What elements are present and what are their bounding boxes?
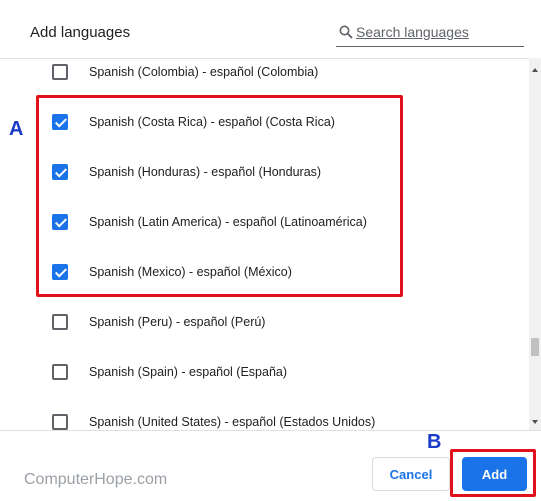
- language-label: Spanish (Peru) - español (Perú): [89, 315, 266, 329]
- search-input[interactable]: Search languages: [356, 24, 469, 40]
- dialog-title: Add languages: [30, 24, 131, 41]
- checkbox-unchecked[interactable]: [52, 364, 68, 380]
- checkbox-unchecked[interactable]: [52, 64, 68, 80]
- add-languages-dialog: Add languages Search languages Spanish (…: [0, 0, 541, 500]
- annotation-label-b: B: [427, 431, 442, 453]
- scrollbar[interactable]: [529, 58, 541, 430]
- annotation-box-a: [36, 95, 403, 297]
- language-row[interactable]: Spanish (Spain) - español (España): [0, 349, 530, 399]
- dialog-header: Add languages Search languages: [0, 0, 541, 64]
- annotation-label-a: A: [9, 118, 24, 140]
- language-row[interactable]: Spanish (Peru) - español (Perú): [0, 299, 530, 349]
- language-label: Spanish (Spain) - español (España): [89, 365, 288, 379]
- annotation-box-b: [450, 449, 536, 497]
- language-row[interactable]: Spanish (United States) - español (Estad…: [0, 399, 530, 431]
- language-row[interactable]: Spanish (Colombia) - español (Colombia): [0, 59, 530, 99]
- search-field[interactable]: Search languages: [336, 22, 524, 47]
- scroll-up-arrow-icon[interactable]: [532, 68, 538, 72]
- checkbox-unchecked[interactable]: [52, 414, 68, 430]
- watermark: ComputerHope.com: [24, 471, 168, 488]
- scroll-down-arrow-icon[interactable]: [532, 420, 538, 424]
- cancel-button[interactable]: Cancel: [372, 457, 450, 491]
- language-label: Spanish (United States) - español (Estad…: [89, 415, 376, 429]
- scrollbar-thumb[interactable]: [531, 338, 539, 356]
- search-icon: [339, 25, 353, 39]
- language-label: Spanish (Colombia) - español (Colombia): [89, 65, 319, 79]
- checkbox-unchecked[interactable]: [52, 314, 68, 330]
